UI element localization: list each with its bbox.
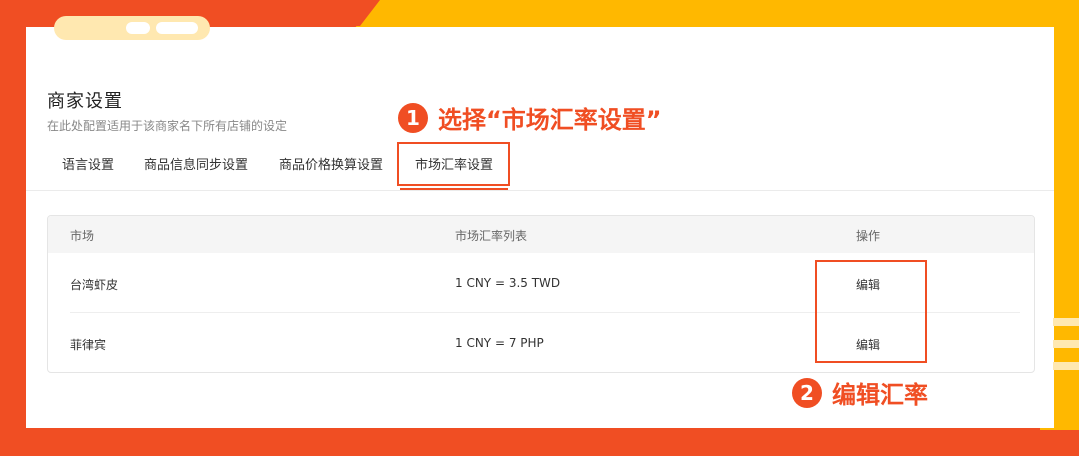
step-callout-1: 1 选择“市场汇率设置” <box>398 100 662 135</box>
exchange-rate: 1 CNY = 3.5 TWD <box>455 276 561 290</box>
tab-product-sync-settings[interactable]: 商品信息同步设置 <box>144 150 248 182</box>
page-subtitle: 在此处配置适用于该商家名下所有店铺的设定 <box>47 119 288 133</box>
table-header: 市场 市场汇率列表 操作 <box>48 216 1034 253</box>
step-callout-2: 2 编辑汇率 <box>792 375 928 410</box>
active-tab-indicator <box>400 188 508 190</box>
page-title: 商家设置 <box>47 91 123 112</box>
decorative-dot <box>156 22 198 34</box>
tab-language-settings[interactable]: 语言设置 <box>62 150 114 182</box>
market-name: 台湾虾皮 <box>70 278 119 292</box>
step-callout-text: 编辑汇率 <box>832 381 928 409</box>
step-number-badge: 1 <box>398 102 428 133</box>
column-header-rate-list: 市场汇率列表 <box>455 229 528 243</box>
column-header-actions: 操作 <box>856 229 881 243</box>
tab-price-conversion-settings[interactable]: 商品价格换算设置 <box>279 150 383 182</box>
market-name: 菲律宾 <box>70 338 107 352</box>
step-callout-text: 选择“市场汇率设置” <box>438 106 662 134</box>
exchange-rate: 1 CNY = 7 PHP <box>455 336 544 350</box>
highlight-box-tab <box>397 142 510 186</box>
decorative-dot <box>126 22 150 34</box>
tabs-divider <box>26 190 1054 191</box>
column-header-market: 市场 <box>70 229 95 243</box>
decorative-stripes <box>1053 318 1079 378</box>
step-number-badge: 2 <box>792 377 822 408</box>
highlight-box-edit <box>815 260 927 363</box>
